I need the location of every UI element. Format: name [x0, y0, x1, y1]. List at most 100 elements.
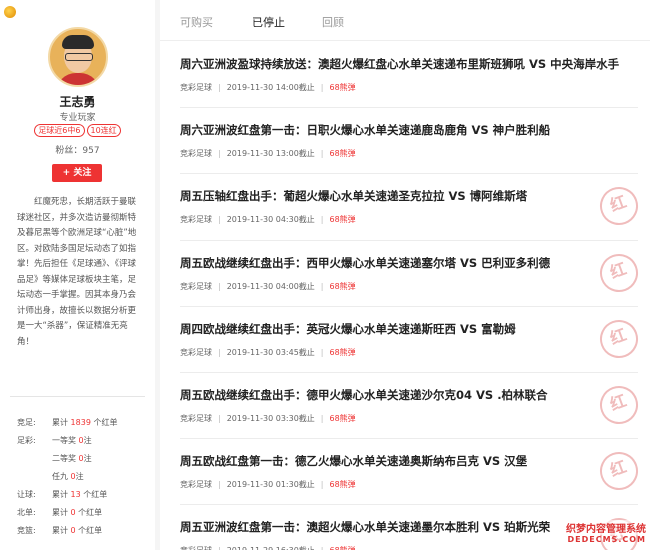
stat-value: 累计 0 个红单: [52, 506, 102, 520]
article-meta: 竞彩足球|2019-11-29 16:30截止|68熊弹: [180, 545, 356, 550]
article-item[interactable]: 周五欧战继续红盘出手：德甲火爆心水单关速递沙尔克04 VS .柏林联合竞彩足球 |…: [180, 373, 644, 440]
tab-stopped[interactable]: 已停止: [252, 14, 285, 30]
article-category: 竞彩足球: [180, 149, 212, 159]
stat-value: 累计 0 个红单: [52, 524, 102, 538]
stats-list: 竞足: 累计 1839 个红单 足彩: 一等奖 0注 二等奖 0注 任九 0注 让球: 累计 …: [17, 416, 147, 542]
article-list: 周六亚洲波盈球持续放送：澳超火爆红盘心水单关速递布里斯班狮吼 VS 中央海岸水手…: [160, 42, 650, 550]
avatar[interactable]: [48, 27, 108, 87]
expert-sidebar: 王志勇 专业玩家 足球近6中6 10连红 粉丝：957 + 关注 红魔死忠，长期…: [0, 0, 155, 550]
article-title[interactable]: 周六亚洲波盈球持续放送：澳超火爆红盘心水单关速递布里斯班狮吼 VS 中央海岸水手: [180, 56, 640, 72]
divider: [10, 396, 145, 397]
stat-prefix: 累计: [52, 418, 71, 427]
article-deadline: 2019-11-30 01:30截止: [226, 480, 315, 490]
stat-suffix: 注: [83, 436, 92, 445]
article-title[interactable]: 周五欧战继续红盘出手：西甲火爆心水单关速递塞尔塔 VS 巴利亚多利德: [180, 255, 640, 271]
stat-label: 让球:: [17, 490, 36, 499]
article-price: 68熊弹: [329, 347, 356, 357]
article-meta: 竞彩足球 | 2019-11-30 04:30截止 | 68熊弹: [180, 215, 356, 225]
article-item[interactable]: 周五压轴红盘出手：葡超火爆心水单关速递圣克拉拉 VS 博阿维斯塔竞彩足球 | 201…: [180, 174, 644, 241]
stat-row: 任九 0注: [17, 470, 147, 488]
article-category: 竞彩足球: [180, 347, 212, 357]
article-price: 68熊弹: [329, 149, 356, 159]
win-badge: 10连红: [86, 124, 121, 137]
article-meta: 竞彩足球 | 2019-11-30 03:45截止 | 68熊弹: [180, 347, 356, 357]
fans-count: 粉丝：957: [0, 143, 155, 156]
article-meta: 竞彩足球 | 2019-11-30 13:00截止 | 68熊弹: [180, 149, 356, 159]
article-price: 68熊弹: [329, 413, 356, 423]
expert-role: 专业玩家: [59, 113, 96, 123]
article-title[interactable]: 周五欧战红盘第一击：德乙火爆心水单关速递奥斯纳布吕克 VS 汉堡: [180, 453, 640, 469]
article-deadline: 2019-11-30 14:00截止: [226, 83, 315, 92]
stat-row: 二等奖 0注: [17, 452, 147, 470]
article-item[interactable]: 周五欧战继续红盘出手：西甲火爆心水单关速递塞尔塔 VS 巴利亚多利德竞彩足球 | 2…: [180, 241, 644, 307]
article-deadline: 2019-11-30 03:30截止: [226, 413, 315, 423]
stat-row: 竞篮: 累计 0 个红单: [17, 524, 147, 542]
article-category: 竞彩足球: [180, 413, 212, 423]
article-category: 竞彩足球: [180, 215, 212, 225]
article-title[interactable]: 周六亚洲波红盘第一击：日职火爆心水单关速递鹿岛鹿角 VS 神户胜利船: [180, 122, 640, 138]
article-deadline: 2019-11-30 04:30截止: [226, 215, 315, 225]
coin-icon: [4, 6, 16, 18]
article-meta: 竞彩足球 | 2019-11-30 14:00截止 | 68熊弹: [180, 83, 356, 92]
expert-bio: 红魔死忠，长期活跃于曼联球迷社区，并多次造访曼彻斯特及暮尼黑等个欧洲足球“心脏”…: [17, 197, 137, 347]
stat-prefix: 二等奖: [52, 454, 79, 463]
stat-prefix: 累计: [52, 508, 71, 517]
article-price: 68熊弹: [329, 480, 356, 490]
fans-value: 957: [82, 146, 100, 156]
tab-review[interactable]: 回顾: [322, 14, 344, 30]
stat-suffix: 个红单: [75, 508, 103, 517]
article-item[interactable]: 周四欧战继续红盘出手：英冠火爆心水单关速递斯旺西 VS 富勒姆竞彩足球 | 2019…: [180, 307, 644, 373]
article-deadline: 2019-11-30 04:00截止: [226, 281, 315, 291]
stat-suffix: 个红单: [75, 526, 103, 535]
badge-group: 足球近6中6 10连红: [0, 124, 155, 137]
stat-row: 让球: 累计 13 个红单: [17, 488, 147, 506]
main-content: 可购买 已停止 回顾 周六亚洲波盈球持续放送：澳超火爆红盘心水单关速递布里斯班狮…: [160, 0, 650, 550]
stat-prefix: 任九: [52, 472, 71, 481]
watermark: 织梦内容管理系统 DEDECMS.COM: [566, 520, 646, 544]
tab-bar: 可购买 已停止 回顾: [160, 0, 650, 42]
stat-value: 一等奖 0注: [52, 434, 92, 448]
article-meta: 竞彩足球 | 2019-11-30 04:00截止 | 68熊弹: [180, 281, 356, 291]
article-category: 竞彩足球: [180, 480, 212, 490]
article-meta: 竞彩足球 | 2019-11-30 01:30截止 | 68熊弹: [180, 480, 356, 490]
article-item[interactable]: 周六亚洲波红盘第一击：日职火爆心水单关速递鹿岛鹿角 VS 神户胜利船竞彩足球 | 2…: [180, 108, 640, 175]
stat-label: 竞足:: [17, 418, 36, 427]
stat-label: 足彩:: [17, 436, 36, 445]
stat-label: 北单:: [17, 508, 36, 517]
stat-row: 北单: 累计 0 个红单: [17, 506, 147, 524]
expert-name: 王志勇: [59, 95, 96, 109]
article-category: 竞彩足球: [180, 546, 212, 550]
article-price: 68熊弹: [330, 546, 356, 550]
article-deadline: 2019-11-29 16:30截止: [227, 546, 315, 550]
stat-number: 13: [70, 490, 81, 499]
follow-button[interactable]: + 关注: [52, 164, 102, 182]
article-title[interactable]: 周五压轴红盘出手：葡超火爆心水单关速递圣克拉拉 VS 博阿维斯塔: [180, 188, 640, 204]
stat-row: 竞足: 累计 1839 个红单: [17, 416, 147, 434]
stat-number: 1839: [70, 418, 91, 427]
stat-prefix: 一等奖: [52, 436, 79, 445]
article-price: 68熊弹: [329, 215, 356, 225]
tab-available[interactable]: 可购买: [180, 14, 213, 30]
article-title[interactable]: 周五欧战继续红盘出手：德甲火爆心水单关速递沙尔克04 VS .柏林联合: [180, 387, 640, 403]
watermark-line1: 织梦内容管理系统: [566, 520, 646, 535]
stat-suffix: 注: [83, 454, 92, 463]
article-category: 竞彩足球: [180, 281, 212, 291]
article-price: 68熊弹: [329, 83, 356, 92]
stat-suffix: 个红单: [90, 418, 118, 427]
article-price: 68熊弹: [329, 281, 356, 291]
article-category: 竞彩足球: [180, 83, 212, 92]
stat-value: 累计 13 个红单: [52, 488, 107, 502]
article-meta: 竞彩足球 | 2019-11-30 03:30截止 | 68熊弹: [180, 413, 356, 423]
watermark-line2: DEDECMS.COM: [567, 535, 646, 544]
stat-row: 足彩: 一等奖 0注: [17, 434, 147, 452]
stat-value: 累计 1839 个红单: [52, 416, 117, 430]
article-item[interactable]: 周六亚洲波盈球持续放送：澳超火爆红盘心水单关速递布里斯班狮吼 VS 中央海岸水手…: [180, 42, 640, 109]
stat-value: 任九 0注: [52, 470, 84, 484]
article-item[interactable]: 周五欧战红盘第一击：德乙火爆心水单关速递奥斯纳布吕克 VS 汉堡竞彩足球 | 201…: [180, 439, 644, 506]
stat-suffix: 个红单: [80, 490, 108, 499]
stat-prefix: 累计: [52, 526, 71, 535]
article-title[interactable]: 周四欧战继续红盘出手：英冠火爆心水单关速递斯旺西 VS 富勒姆: [180, 321, 640, 337]
stat-value: 二等奖 0注: [52, 452, 92, 466]
fans-label: 粉丝：: [55, 146, 83, 156]
article-deadline: 2019-11-30 03:45截止: [226, 347, 315, 357]
